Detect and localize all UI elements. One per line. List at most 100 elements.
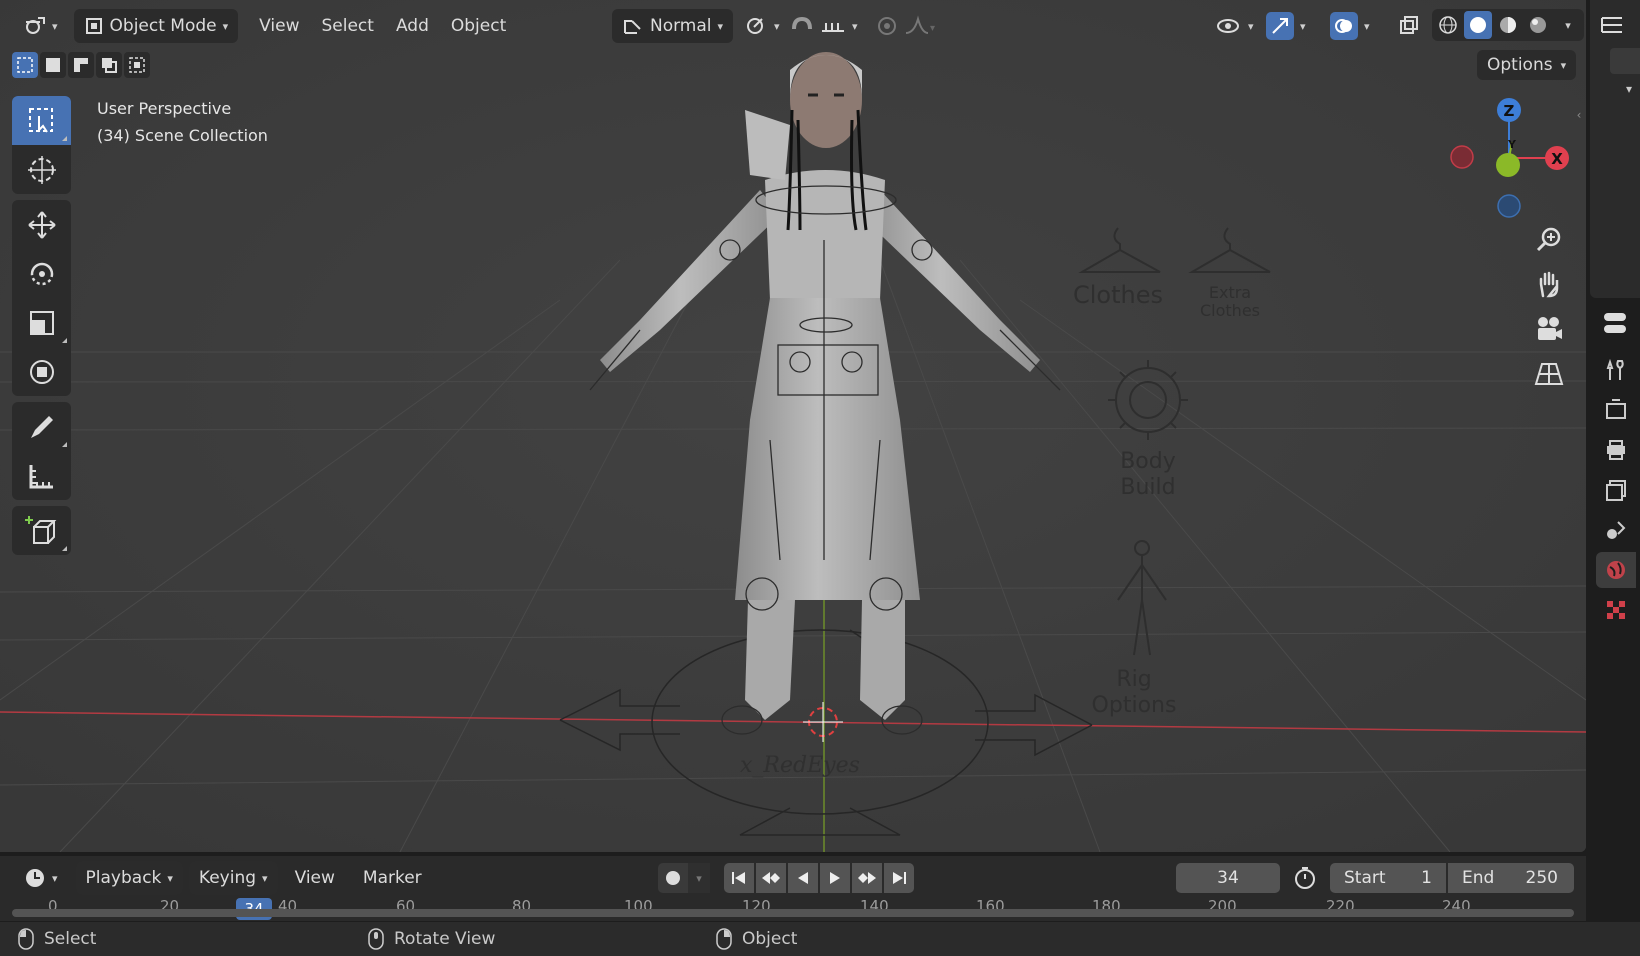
- jump-start-button[interactable]: [724, 863, 754, 893]
- view-layer-icon[interactable]: [1610, 48, 1640, 74]
- camera-view-button[interactable]: [1528, 308, 1570, 350]
- mouse-right-icon: [716, 928, 732, 950]
- play-icon: [830, 872, 840, 884]
- xray-toggle[interactable]: [1394, 9, 1424, 43]
- tool-properties-tab[interactable]: [1596, 352, 1636, 388]
- measure-tool[interactable]: [12, 451, 71, 500]
- outliner-editor-icon[interactable]: [1598, 12, 1628, 43]
- start-frame-field[interactable]: Start 1: [1330, 863, 1446, 893]
- end-frame-field[interactable]: End 250: [1448, 863, 1574, 893]
- jump-end-button[interactable]: [884, 863, 914, 893]
- proportional-editing-icon: [878, 17, 896, 35]
- timeline-scrollbar[interactable]: [12, 909, 1574, 917]
- keying-options-dropdown[interactable]: ▾: [688, 863, 710, 893]
- rig-options-label-2: Options: [1092, 693, 1177, 718]
- chevron-down-icon: ▾: [1560, 58, 1567, 72]
- jump-keyframe-forward-button[interactable]: [852, 863, 882, 893]
- view-layer-properties-tab[interactable]: [1596, 472, 1636, 508]
- move-tool[interactable]: [12, 200, 71, 249]
- ruler-icon: [29, 464, 53, 488]
- pan-button[interactable]: [1528, 263, 1570, 305]
- select-box-tool[interactable]: [12, 96, 71, 145]
- orientation-label: Normal: [650, 16, 712, 36]
- play-reverse-icon: [798, 872, 808, 884]
- overlays-toggle[interactable]: ▾: [1326, 9, 1374, 43]
- solid-shading-icon[interactable]: [1464, 11, 1492, 39]
- record-button[interactable]: [658, 863, 688, 893]
- perspective-toggle-button[interactable]: [1528, 353, 1570, 395]
- add-cube-tool[interactable]: [12, 506, 71, 555]
- object-mode-icon: [85, 18, 102, 34]
- material-shading-icon[interactable]: [1494, 11, 1522, 39]
- snap-toggle[interactable]: ▾: [780, 9, 868, 43]
- start-value: 1: [1421, 868, 1432, 888]
- render-properties-tab[interactable]: [1596, 392, 1636, 428]
- timeline-header: ▾ Playback ▾ Keying ▾ View Marker ▾ 34 S…: [0, 856, 1586, 900]
- status-select-label: Select: [44, 929, 97, 949]
- select-difference-icon[interactable]: [96, 52, 122, 78]
- wireframe-shading-icon[interactable]: [1434, 11, 1462, 39]
- chevron-down-icon: ▾: [262, 871, 268, 885]
- transform-orientation-dropdown[interactable]: Normal ▾: [612, 9, 734, 43]
- scale-tool[interactable]: [12, 298, 71, 347]
- scale-icon: [29, 310, 54, 335]
- jump-keyframe-back-button[interactable]: [756, 863, 786, 893]
- transform-icon: [29, 359, 54, 384]
- options-dropdown[interactable]: Options ▾: [1477, 50, 1577, 80]
- zoom-button[interactable]: [1528, 218, 1570, 260]
- scene-properties-tab[interactable]: [1596, 512, 1636, 548]
- pencil-icon: [30, 415, 53, 438]
- select-subtract-icon[interactable]: [68, 52, 94, 78]
- world-properties-tab[interactable]: [1596, 552, 1636, 588]
- select-intersect-icon[interactable]: [124, 52, 150, 78]
- options-label: Options: [1487, 55, 1553, 75]
- camera-icon: [1538, 317, 1562, 340]
- gizmo-toggle[interactable]: ▾: [1262, 9, 1310, 43]
- properties-editor-icon[interactable]: [1590, 305, 1640, 341]
- menu-add[interactable]: Add: [385, 9, 440, 43]
- keying-menu[interactable]: Keying ▾: [188, 861, 278, 895]
- cursor-tool[interactable]: [12, 145, 71, 194]
- timeline-view-menu[interactable]: View: [284, 861, 346, 895]
- record-icon: [666, 871, 680, 885]
- annotate-tool[interactable]: [12, 402, 71, 451]
- chevron-down-icon: ▾: [52, 19, 58, 33]
- body-build-label-2: Build: [1120, 475, 1175, 500]
- tool-shelf: [12, 96, 71, 561]
- rendered-shading-icon[interactable]: [1524, 11, 1552, 39]
- shading-options-icon[interactable]: ▾: [1554, 11, 1582, 39]
- sidebar-toggle-icon[interactable]: ‹: [1572, 106, 1586, 124]
- rotate-tool[interactable]: [12, 249, 71, 298]
- output-properties-tab[interactable]: [1596, 432, 1636, 468]
- texture-properties-tab[interactable]: [1596, 592, 1636, 628]
- xray-icon: [1400, 16, 1418, 34]
- shading-modes: ▾: [1432, 9, 1584, 41]
- transform-tool[interactable]: [12, 347, 71, 396]
- chevron-down-icon: ▾: [774, 19, 780, 33]
- current-frame-field[interactable]: 34: [1176, 863, 1280, 893]
- editor-type-button[interactable]: ▾: [14, 9, 68, 43]
- 3d-viewport[interactable]: x_RedEyes Clothes Extra Clothes Body Bui…: [0, 0, 1586, 852]
- chevron-down-icon: ▾: [717, 19, 724, 33]
- menu-select[interactable]: Select: [311, 9, 385, 43]
- playback-menu[interactable]: Playback ▾: [75, 861, 183, 895]
- chevron-down-icon: ▾: [852, 19, 858, 33]
- scene-icon: [1607, 521, 1626, 539]
- proportional-editing-toggle[interactable]: ▾: [866, 9, 948, 43]
- printer-icon: [1607, 440, 1625, 460]
- stopwatch-icon[interactable]: [1292, 865, 1318, 896]
- mode-dropdown[interactable]: Object Mode ▾: [73, 9, 239, 43]
- select-new-icon[interactable]: [12, 52, 38, 78]
- snap-increment-icon: [822, 23, 844, 32]
- play-button[interactable]: [820, 863, 850, 893]
- play-reverse-button[interactable]: [788, 863, 818, 893]
- menu-object[interactable]: Object: [440, 9, 517, 43]
- select-extend-icon[interactable]: [40, 52, 66, 78]
- timeline-editor-type-button[interactable]: ▾: [14, 861, 68, 895]
- menu-view[interactable]: View: [248, 9, 310, 43]
- visibility-dropdown[interactable]: ▾: [1206, 9, 1264, 43]
- navigation-gizmo[interactable]: Z X Y: [1440, 90, 1570, 220]
- keyframe-forward-icon: [858, 872, 876, 884]
- outliner-edge: [1590, 0, 1640, 298]
- timeline-marker-menu[interactable]: Marker: [352, 861, 433, 895]
